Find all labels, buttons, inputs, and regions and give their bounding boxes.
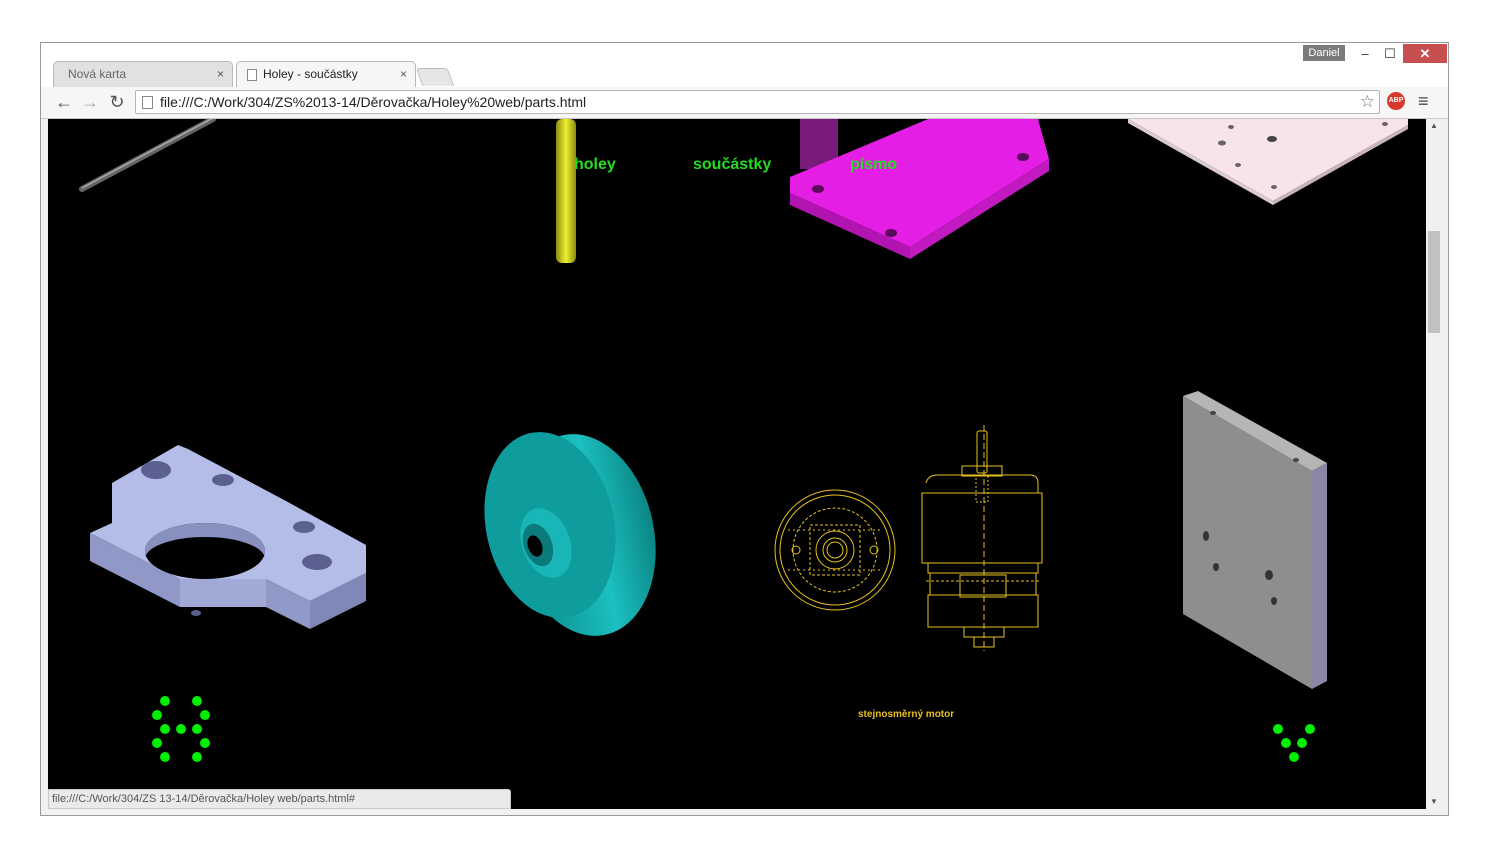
dc-motor-drawing[interactable] [774,425,1043,651]
profile-badge[interactable]: Daniel [1303,45,1345,61]
nav-link-font[interactable]: písmo [850,156,897,174]
url-text[interactable]: file:///C:/Work/304/ZS%2013-14/Děrovačka… [160,91,586,113]
tab-holey-parts[interactable]: Holey - součástky × [236,61,416,87]
magenta-plate-part[interactable] [790,119,1049,259]
holey-dot-icon[interactable] [152,696,210,762]
scroll-down-icon[interactable]: ▼ [1426,795,1442,809]
forward-button[interactable]: → [79,90,101,114]
tab-new[interactable]: Nová karta × [53,61,233,87]
status-url: file:///C:/Work/304/ZS 13-14/Děrovačka/H… [52,793,356,805]
page-content: holey součástky písmo stejnosměrný motor [48,119,1426,809]
menu-icon[interactable]: ≡ [1418,89,1429,113]
page-icon [142,96,153,109]
new-tab-button[interactable] [415,68,455,86]
tab-title: Nová karta [68,67,127,81]
adblock-icon[interactable]: ABP [1387,92,1405,110]
motor-caption: stejnosměrný motor [858,709,955,720]
close-window-button[interactable]: ✕ [1403,44,1447,63]
yellow-rod-part[interactable] [556,119,576,263]
maximize-button[interactable]: ☐ [1380,44,1400,63]
address-bar[interactable]: file:///C:/Work/304/ZS%2013-14/Děrovačka… [135,90,1380,114]
nav-link-holey[interactable]: holey [574,156,616,174]
tab-title: Holey - součástky [263,67,358,81]
pink-plate-part[interactable] [1128,119,1408,205]
pulley-part[interactable] [468,420,674,650]
bookmark-star-icon[interactable]: ☆ [1360,91,1375,113]
title-bar: Daniel ‒ ☐ ✕ Nová karta × Holey - součás… [41,43,1448,87]
back-button[interactable]: ← [53,90,75,114]
scroll-thumb[interactable] [1428,231,1440,333]
arrow-dot-icon[interactable] [1273,724,1315,762]
browser-toolbar: ← → ↻ file:///C:/Work/304/ZS%2013-14/Děr… [41,87,1448,119]
page-icon [247,69,257,81]
nav-link-parts[interactable]: součástky [693,156,771,174]
tab-close-icon[interactable]: × [400,62,407,87]
scroll-up-icon[interactable]: ▲ [1426,119,1442,133]
reload-button[interactable]: ↻ [106,90,128,114]
browser-window: Daniel ‒ ☐ ✕ Nová karta × Holey - součás… [40,42,1449,816]
minimize-button[interactable]: ‒ [1355,44,1375,63]
tab-close-icon[interactable]: × [217,62,224,87]
slab-part[interactable] [1183,391,1327,689]
vertical-scrollbar[interactable]: ▲ ▼ [1426,119,1442,809]
status-bar: file:///C:/Work/304/ZS 13-14/Děrovačka/H… [48,789,511,809]
bracket-part[interactable] [90,445,366,629]
rod-part[interactable] [79,119,216,192]
parts-scene [79,119,1408,762]
